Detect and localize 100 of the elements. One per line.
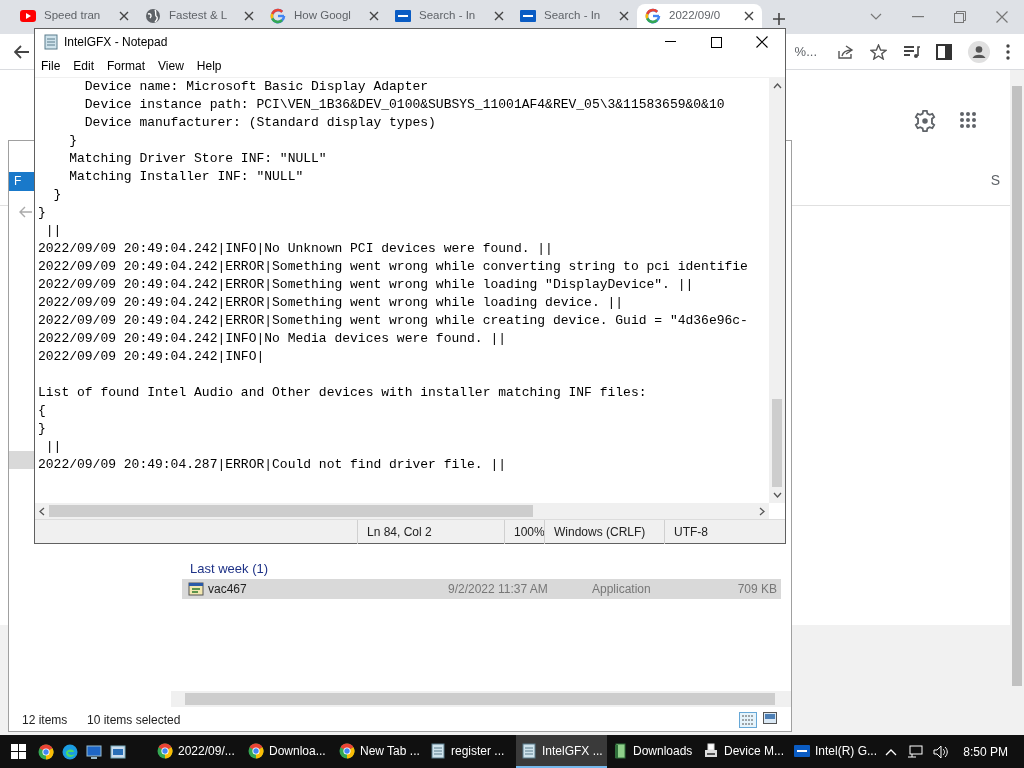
text-line: 2022/09/09 20:49:04.242|ERROR|Something went wrong while loading device. ||	[38, 294, 624, 312]
chrome-icon	[38, 743, 54, 760]
horizontal-scrollbar[interactable]	[171, 691, 791, 707]
sidebar-icon[interactable]	[936, 43, 952, 60]
taskbar-button[interactable]: Intel(R) G...	[789, 735, 880, 768]
scrollbar-thumb[interactable]	[772, 399, 782, 487]
chrome-icon	[339, 742, 355, 759]
text-line: 2022/09/09 20:49:04.287|ERROR|Could not find driver file. ||	[38, 456, 507, 474]
text-line: Matching Driver Store INF: "NULL"	[68, 150, 327, 168]
star-icon[interactable]	[870, 43, 887, 60]
close-icon[interactable]	[119, 11, 129, 21]
close-icon[interactable]	[494, 11, 504, 21]
chip-logo-icon	[520, 8, 536, 24]
volume-icon[interactable]	[933, 744, 950, 759]
header-text: S	[990, 171, 1000, 190]
text-line: List of found Intel Audio and Other devices with installer matching INF files:	[38, 384, 647, 402]
minimize-icon[interactable]	[912, 16, 924, 18]
taskbar-button[interactable]: New Tab ...	[334, 735, 425, 768]
vertical-scrollbar[interactable]	[769, 78, 785, 503]
chip-logo-icon	[794, 742, 810, 759]
status-text: 100%	[504, 519, 544, 544]
edge-icon[interactable]	[62, 743, 78, 760]
text-line: }	[38, 420, 46, 438]
g-logo-icon	[270, 8, 286, 24]
g-logo-icon	[645, 8, 661, 24]
scroll-left-icon[interactable]	[39, 506, 45, 516]
status-text: Ln 84, Col 2	[357, 519, 504, 544]
thumbnails-view-icon[interactable]	[763, 712, 777, 724]
scrollbar-thumb[interactable]	[1012, 86, 1022, 686]
vertical-scrollbar[interactable]	[1010, 70, 1024, 735]
text-line: ||	[44, 222, 62, 240]
scroll-up-icon[interactable]	[772, 83, 782, 89]
network-icon[interactable]	[907, 744, 924, 759]
windows-start-icon[interactable]	[10, 744, 26, 759]
text-line: 2022/09/09 20:49:04.242|ERROR|Something went wrong while converting string to pci identifie	[38, 258, 748, 276]
taskbar-button[interactable]: 2022/09/...	[152, 735, 243, 768]
network-window-icon[interactable]	[110, 743, 126, 760]
menu-item[interactable]: File	[41, 57, 61, 75]
scroll-right-icon[interactable]	[759, 506, 765, 516]
more-menu-icon[interactable]	[1006, 43, 1010, 60]
file-row[interactable]: vac467 9/2/2022 11:37 AM Application 709 KB	[182, 579, 781, 599]
monitor-icon[interactable]	[86, 743, 102, 760]
taskbar-button[interactable]: Downloads	[607, 735, 698, 768]
notepad-icon	[430, 742, 446, 759]
scrollbar-thumb[interactable]	[49, 505, 533, 517]
scrollbar-thumb[interactable]	[185, 693, 775, 705]
notepad-icon	[43, 34, 59, 50]
globe-icon	[145, 8, 161, 24]
text-line: 2022/09/09 20:49:04.242|INFO|	[38, 348, 265, 366]
close-icon[interactable]	[369, 11, 379, 21]
chevron-up-icon[interactable]	[885, 747, 898, 756]
restore-icon[interactable]	[954, 11, 966, 23]
browser-tab[interactable]: 2022/09/0	[637, 4, 762, 28]
text-line: }	[38, 204, 46, 222]
file-size: 709 KB	[737, 581, 777, 598]
profile-icon[interactable]	[968, 40, 990, 63]
chip-logo-icon	[395, 8, 411, 24]
taskbar-button[interactable]: IntelGFX ...	[516, 735, 607, 768]
taskbar-button[interactable]: Downloa...	[243, 735, 334, 768]
text-line: Matching Installer INF: "NULL"	[68, 168, 304, 186]
chrome-icon	[157, 742, 173, 759]
selection-count: 10 items selected	[87, 712, 181, 729]
nav-item-highlight[interactable]	[9, 451, 35, 469]
close-icon[interactable]	[744, 11, 754, 21]
window-title: IntelGFX - Notepad	[64, 34, 168, 51]
chevron-down-icon[interactable]	[870, 13, 882, 21]
file-type: Application	[592, 581, 652, 598]
text-line: }	[52, 186, 62, 204]
text-line: Device name: Microsoft Basic Display Adapter	[83, 78, 429, 96]
menu-item[interactable]: Edit	[73, 57, 95, 75]
status-text: UTF-8	[664, 519, 785, 544]
close-icon[interactable]	[244, 11, 254, 21]
menu-item[interactable]: Format	[107, 57, 146, 75]
back-icon[interactable]	[14, 44, 30, 59]
menu-item[interactable]: View	[158, 57, 184, 75]
group-header[interactable]: Last week (1)	[182, 559, 781, 579]
maximize-icon	[710, 36, 722, 48]
clock[interactable]: 8:50 PM	[963, 742, 1008, 761]
media-queue-icon[interactable]	[903, 44, 920, 59]
text-line: ||	[44, 438, 62, 456]
text-line: 2022/09/09 20:49:04.242|ERROR|Something went wrong while creating device. Guid = "4d36e96c-	[38, 312, 748, 330]
status-text: Windows (CRLF)	[544, 519, 664, 544]
new-tab-icon[interactable]	[772, 12, 786, 26]
apps-grid-icon[interactable]	[960, 112, 978, 130]
horizontal-scrollbar[interactable]	[35, 503, 769, 519]
close-icon[interactable]	[619, 11, 629, 21]
application-icon	[188, 581, 204, 597]
menu-item[interactable]: Help	[196, 57, 222, 75]
close-icon	[756, 36, 768, 48]
text-line: {	[38, 402, 46, 420]
share-icon[interactable]	[837, 43, 854, 60]
scroll-down-icon[interactable]	[772, 492, 782, 498]
play-icon	[20, 8, 36, 24]
zoom-level[interactable]: %...	[794, 41, 817, 62]
taskbar-button[interactable]: Device M...	[698, 735, 789, 768]
ribbon-tab[interactable]: F	[9, 172, 34, 191]
text-line: Device instance path: PCI\VEN_1B36&DEV_0100&SUBSYS_11001AF4&REV_05\3&11583659&0&10	[83, 96, 725, 114]
settings-icon[interactable]	[914, 110, 936, 132]
file-date: 9/2/2022 11:37 AM	[448, 581, 549, 598]
text-line: }	[68, 132, 77, 150]
